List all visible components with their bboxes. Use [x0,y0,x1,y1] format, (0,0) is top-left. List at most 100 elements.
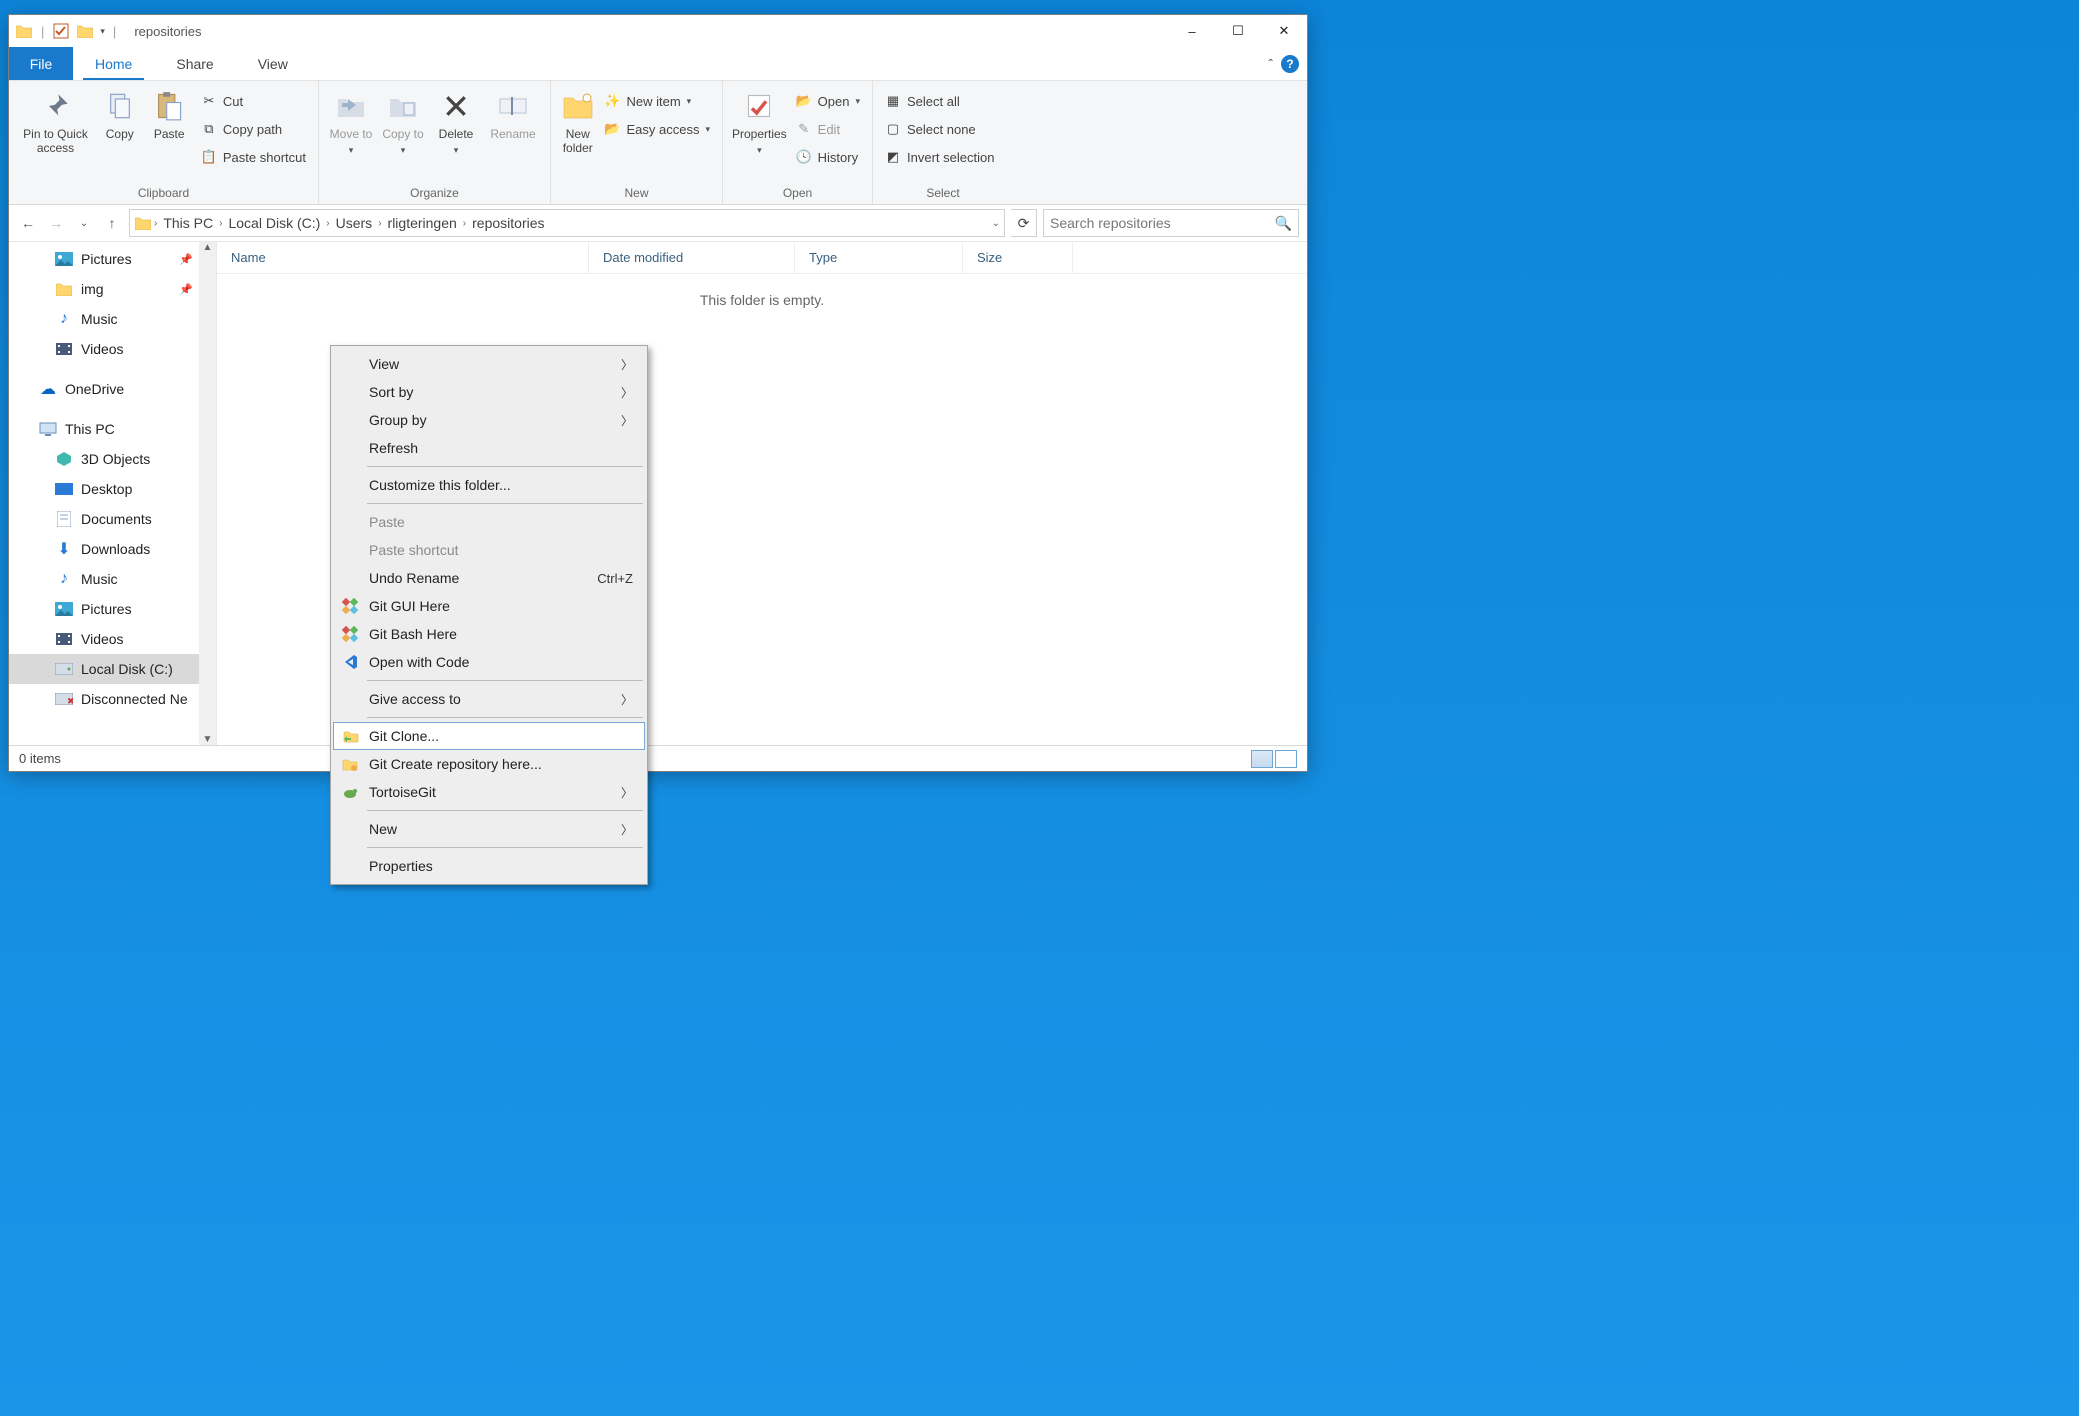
tree-item-music[interactable]: ♪Music [9,304,199,334]
file-tab[interactable]: File [9,47,73,80]
tab-view[interactable]: View [236,47,310,80]
chevron-right-icon[interactable]: › [154,218,157,229]
breadcrumb[interactable]: › This PC› Local Disk (C:)› Users› rligt… [129,209,1005,237]
move-to-button[interactable]: Move to▾ [327,87,375,156]
collapse-ribbon-icon[interactable]: ˆ [1268,56,1273,72]
chevron-right-icon[interactable]: › [463,218,466,229]
tree-item-disconnected-ne[interactable]: ✖Disconnected Ne [9,684,199,714]
menu-item-tortoisegit[interactable]: TortoiseGit〉 [333,778,645,806]
breadcrumb-dropdown-icon[interactable]: ⌄ [992,218,1000,229]
tree-item-label: Videos [81,341,124,357]
scrollbar[interactable]: ▲▼ [199,242,216,745]
new-folder-button[interactable]: New folder [559,87,596,156]
delete-button[interactable]: Delete▾ [431,87,481,156]
copy-to-button[interactable]: Copy to▾ [379,87,427,156]
tree-item-3d-objects[interactable]: 3D Objects [9,444,199,474]
menu-item-sort-by[interactable]: Sort by〉 [333,378,645,406]
chevron-right-icon[interactable]: › [326,218,329,229]
delete-icon [439,89,473,123]
invert-selection-button[interactable]: ◩Invert selection [881,145,998,169]
up-button[interactable]: ↑ [101,212,123,234]
window-title: repositories [134,24,201,39]
menu-item-git-bash-here[interactable]: Git Bash Here [333,620,645,648]
paste-button[interactable]: Paste [145,87,192,141]
breadcrumb-seg[interactable]: Local Disk (C:) [224,215,324,231]
details-view-button[interactable] [1251,750,1273,768]
tree-item-documents[interactable]: Documents [9,504,199,534]
paste-shortcut-button[interactable]: 📋Paste shortcut [197,145,310,169]
refresh-button[interactable]: ⟳ [1011,209,1037,237]
breadcrumb-seg[interactable]: This PC [159,215,217,231]
tree-item-desktop[interactable]: Desktop [9,474,199,504]
tree-item-pictures[interactable]: Pictures📌 [9,244,199,274]
group-label: Organize [319,186,550,204]
checkbox-icon[interactable] [52,22,70,40]
menu-item-label: TortoiseGit [369,784,436,800]
pin-quick-access-button[interactable]: Pin to Quick access [17,87,94,156]
menu-item-view[interactable]: View〉 [333,350,645,378]
search-input[interactable]: Search repositories 🔍 [1043,209,1299,237]
recent-dropdown[interactable]: ⌄ [73,212,95,234]
column-headers[interactable]: Name Date modified Type Size [217,242,1307,274]
rename-button[interactable]: Rename [485,87,541,141]
menu-item-refresh[interactable]: Refresh [333,434,645,462]
menu-item-label: Group by [369,412,427,428]
separator [367,503,643,504]
cut-button[interactable]: ✂Cut [197,89,310,113]
tree-item-onedrive[interactable]: ☁OneDrive [9,374,199,404]
qat-dropdown-icon[interactable]: ▾ [100,26,105,37]
breadcrumb-seg[interactable]: Users [332,215,377,231]
new-item-button[interactable]: ✨New item ▾ [600,89,714,113]
tree-item-pictures[interactable]: Pictures [9,594,199,624]
menu-item-open-with-code[interactable]: Open with Code [333,648,645,676]
forward-button[interactable]: → [45,212,67,234]
menu-item-give-access-to[interactable]: Give access to〉 [333,685,645,713]
menu-item-label: Git Clone... [369,728,439,744]
chevron-right-icon: 〉 [621,691,633,708]
col-name[interactable]: Name [217,242,589,273]
col-type[interactable]: Type [795,242,963,273]
folder-small-icon[interactable] [76,22,94,40]
help-icon[interactable]: ? [1281,55,1299,73]
select-none-icon: ▢ [885,121,901,137]
chevron-right-icon[interactable]: › [378,218,381,229]
tree-item-local-disk-c-[interactable]: Local Disk (C:) [9,654,199,684]
thumbnails-view-button[interactable] [1275,750,1297,768]
tab-share[interactable]: Share [154,47,235,80]
nav-tree[interactable]: Pictures📌img📌♪MusicVideos☁OneDriveThis P… [9,242,217,745]
minimize-button[interactable]: – [1169,15,1215,47]
menu-item-git-create-repository-here[interactable]: Git Create repository here... [333,750,645,778]
menu-item-git-gui-here[interactable]: Git GUI Here [333,592,645,620]
menu-item-git-clone[interactable]: Git Clone... [333,722,645,750]
menu-item-properties[interactable]: Properties [333,852,645,880]
menu-item-group-by[interactable]: Group by〉 [333,406,645,434]
chevron-right-icon[interactable]: › [219,218,222,229]
properties-button[interactable]: Properties▾ [731,87,788,156]
tree-item-label: Downloads [81,541,150,557]
edit-button[interactable]: ✎Edit [792,117,864,141]
history-button[interactable]: 🕓History [792,145,864,169]
tab-home[interactable]: Home [73,47,154,80]
tree-item-downloads[interactable]: ⬇Downloads [9,534,199,564]
close-button[interactable]: ✕ [1261,15,1307,47]
tree-item-img[interactable]: img📌 [9,274,199,304]
copy-path-button[interactable]: ⧉Copy path [197,117,310,141]
select-all-button[interactable]: ▦Select all [881,89,998,113]
open-button[interactable]: 📂Open ▾ [792,89,864,113]
maximize-button[interactable]: ☐ [1215,15,1261,47]
back-button[interactable]: ← [17,212,39,234]
col-size[interactable]: Size [963,242,1073,273]
select-none-button[interactable]: ▢Select none [881,117,998,141]
tree-item-music[interactable]: ♪Music [9,564,199,594]
menu-item-undo-rename[interactable]: Undo RenameCtrl+Z [333,564,645,592]
col-date[interactable]: Date modified [589,242,795,273]
menu-item-new[interactable]: New〉 [333,815,645,843]
easy-access-button[interactable]: 📂Easy access ▾ [600,117,714,141]
breadcrumb-seg[interactable]: repositories [468,215,548,231]
tree-item-this-pc[interactable]: This PC [9,414,199,444]
copy-button[interactable]: Copy [98,87,141,141]
tree-item-videos[interactable]: Videos [9,624,199,654]
menu-item-customize-this-folder[interactable]: Customize this folder... [333,471,645,499]
breadcrumb-seg[interactable]: rligteringen [384,215,461,231]
tree-item-videos[interactable]: Videos [9,334,199,364]
